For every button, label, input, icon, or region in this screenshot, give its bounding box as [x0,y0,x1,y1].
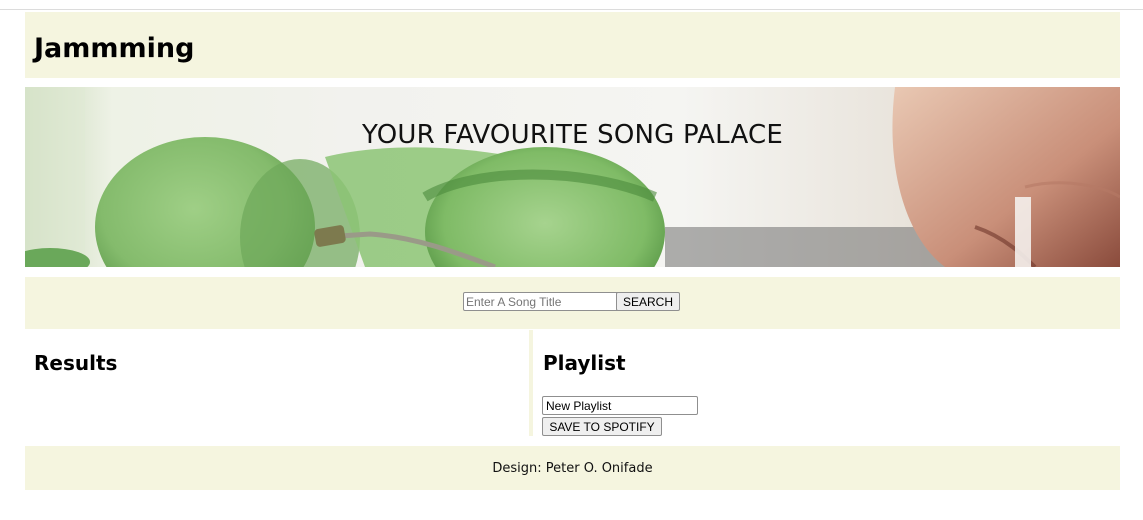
search-bar: SEARCH [25,277,1120,329]
hero-title: YOUR FAVOURITE SONG PALACE [362,120,783,150]
playlist-panel: Playlist SAVE TO SPOTIFY [533,330,1120,436]
headphones-photo-image [25,87,1120,267]
results-panel: Results [25,330,529,436]
footer-credit: Design: Peter O. Onifade [492,461,653,476]
app-title: Jammming [34,33,195,64]
app-header: Jammming [25,12,1120,78]
results-title: Results [34,351,118,375]
song-search-input[interactable] [463,292,619,311]
playlist-name-input[interactable] [542,396,698,415]
playlist-title: Playlist [543,351,626,375]
top-border-line [0,9,1143,10]
footer: Design: Peter O. Onifade [25,446,1120,490]
hero-banner: YOUR FAVOURITE SONG PALACE [25,87,1120,267]
save-to-spotify-button[interactable]: SAVE TO SPOTIFY [542,417,662,436]
search-button[interactable]: SEARCH [616,292,680,311]
